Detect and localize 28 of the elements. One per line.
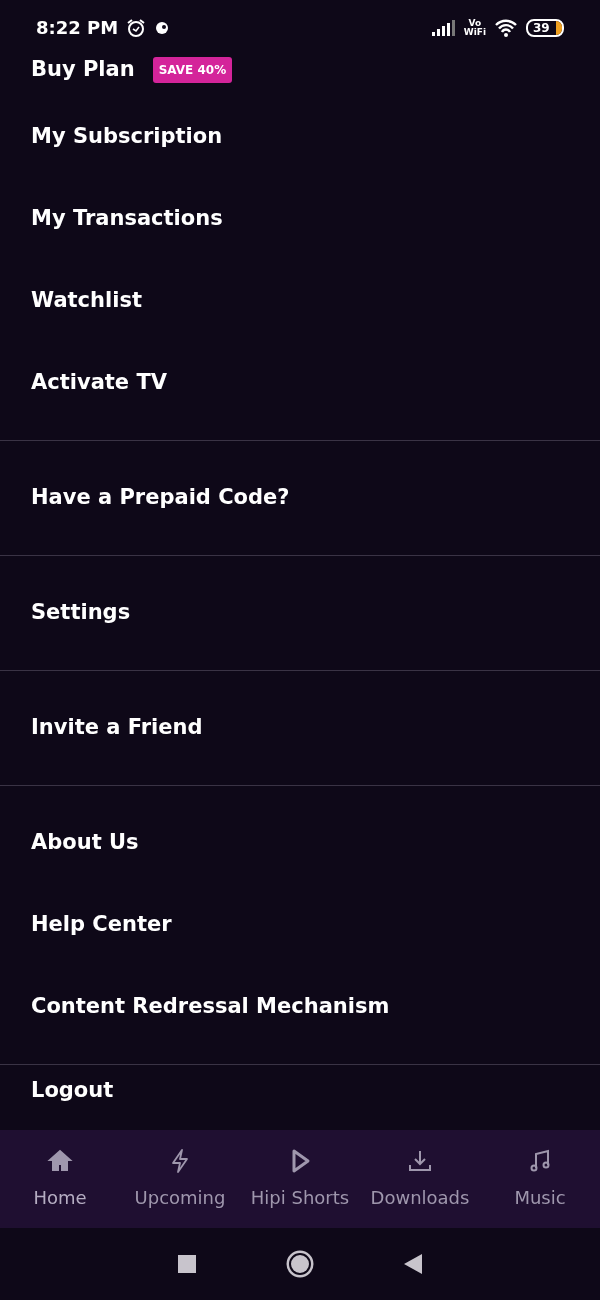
alarm-icon [126, 17, 147, 38]
menu-item[interactable]: Watchlist [31, 285, 142, 317]
menu-item[interactable]: Content Redressal Mechanism [31, 991, 390, 1023]
menu-item[interactable]: My Transactions [31, 203, 223, 235]
back-button[interactable] [404, 1254, 422, 1274]
battery-indicator: 39 [526, 18, 564, 37]
home-icon [47, 1147, 73, 1174]
nav-tab[interactable]: Hipi Shorts [240, 1130, 360, 1228]
status-time: 8:22 PM [36, 16, 119, 40]
menu-item[interactable]: Buy Plan [31, 55, 135, 86]
nav-tab[interactable]: Upcoming [120, 1130, 240, 1228]
notification-icon [154, 19, 171, 36]
menu-item[interactable]: My Subscription [31, 121, 223, 153]
menu-item[interactable]: About Us [31, 827, 139, 859]
home-button[interactable] [286, 1250, 314, 1278]
menu-item[interactable]: Settings [31, 597, 131, 629]
discount-tag: SAVE 40% [152, 57, 233, 83]
nav-tab[interactable]: Home [0, 1130, 120, 1228]
nav-tab[interactable]: Music [480, 1130, 600, 1228]
nav-tab[interactable]: Downloads [360, 1130, 480, 1228]
signal-icon [431, 19, 456, 36]
menu-item[interactable]: Help Center [31, 909, 172, 941]
menu-item[interactable]: Invite a Friend [31, 712, 203, 744]
network-label: Vo WiFi [463, 18, 486, 37]
wifi-icon [494, 18, 518, 37]
menu-item[interactable]: Activate TV [31, 367, 167, 399]
menu-item[interactable]: Have a Prepaid Code? [31, 482, 290, 514]
menu-item[interactable]: Logout [31, 1075, 114, 1107]
